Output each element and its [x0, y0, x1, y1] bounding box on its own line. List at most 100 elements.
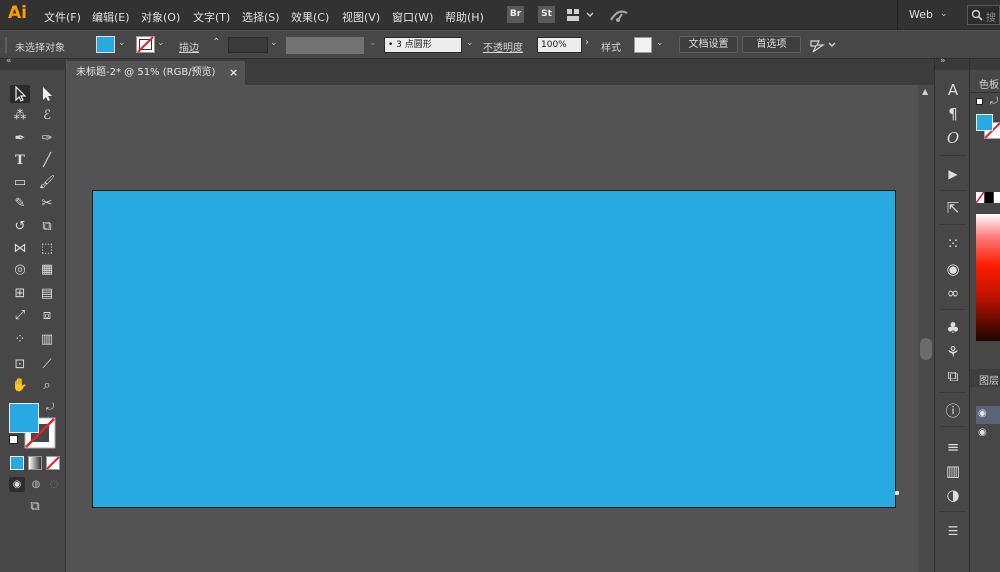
- dock-header[interactable]: »: [935, 56, 970, 70]
- scroll-up-icon[interactable]: ▲: [922, 87, 928, 96]
- character-panel-icon[interactable]: A: [943, 80, 963, 100]
- control-bar-grip[interactable]: [5, 37, 7, 53]
- variable-width-profile[interactable]: [286, 37, 364, 54]
- width-tool-icon[interactable]: ⋈: [10, 240, 30, 258]
- stroke-weight-stepper-icon[interactable]: ⌃: [212, 37, 220, 48]
- blend-tool-icon[interactable]: ⧈: [37, 307, 57, 325]
- menu-edit[interactable]: 编辑(E): [92, 9, 130, 25]
- fill-color-swatch[interactable]: [96, 36, 115, 53]
- screen-mode-icon[interactable]: ⧉: [24, 499, 46, 515]
- symbols-panel-icon[interactable]: ♣: [943, 318, 963, 338]
- slice-tool-icon[interactable]: ⟋: [37, 356, 57, 374]
- artboard-corner-handle[interactable]: [895, 491, 899, 495]
- panel-group-header[interactable]: [970, 59, 1000, 70]
- menu-file[interactable]: 文件(F): [44, 9, 81, 25]
- stroke-weight-input[interactable]: [228, 37, 268, 53]
- menu-type[interactable]: 文字(T): [193, 9, 230, 25]
- stock-button[interactable]: St: [538, 6, 555, 23]
- zoom-tool-icon[interactable]: ⌕: [37, 377, 57, 395]
- fill-swatch-mini[interactable]: [976, 114, 993, 131]
- brush-chevron-icon[interactable]: ⌄: [466, 38, 474, 48]
- graphic-style-chevron-icon[interactable]: ⌄: [656, 38, 664, 48]
- lasso-tool-icon[interactable]: ℰ: [37, 107, 57, 125]
- expand-dock-icon[interactable]: »: [940, 56, 946, 66]
- selection-tool-icon[interactable]: [10, 85, 30, 103]
- hand-tool-icon[interactable]: ✋: [10, 377, 30, 395]
- paragraph-panel-icon[interactable]: ¶: [943, 104, 963, 124]
- document-setup-button[interactable]: 文档设置: [679, 36, 738, 53]
- stroke-chevron-icon[interactable]: ⌄: [157, 38, 165, 48]
- draw-inside-icon[interactable]: ◌: [46, 477, 62, 492]
- rotate-tool-icon[interactable]: ↺: [10, 218, 30, 236]
- align-panel-icon[interactable]: ⁙: [943, 234, 963, 254]
- column-graph-tool-icon[interactable]: ▥: [37, 331, 57, 349]
- vertical-scrollbar[interactable]: ▲: [918, 85, 934, 572]
- search-input[interactable]: 搜: [967, 5, 1000, 25]
- stroke-color-swatch[interactable]: [136, 36, 155, 53]
- links-panel-icon[interactable]: ∞: [943, 283, 963, 303]
- symbol-sprayer-tool-icon[interactable]: ⁘: [10, 331, 30, 349]
- artboard-blue-rectangle[interactable]: [92, 190, 896, 508]
- graphic-styles-panel-icon[interactable]: ⧉: [943, 366, 963, 386]
- gradient-mode-icon[interactable]: [28, 456, 42, 470]
- visibility-eye-icon[interactable]: ◉: [978, 408, 987, 419]
- menu-object[interactable]: 对象(O): [141, 9, 180, 25]
- pen-tool-icon[interactable]: ✒: [10, 130, 30, 148]
- tools-panel-header[interactable]: «: [0, 56, 66, 70]
- color-spectrum[interactable]: [976, 214, 1000, 341]
- stroke-weight-chevron-icon[interactable]: ⌄: [270, 38, 278, 48]
- color-mode-icon[interactable]: [10, 456, 24, 470]
- bridge-button[interactable]: Br: [507, 6, 524, 23]
- layer-row[interactable]: ◉: [976, 425, 1000, 443]
- gradient-panel-icon[interactable]: ▥: [943, 461, 963, 481]
- layer-row-selected[interactable]: ◉: [976, 406, 1000, 424]
- export-panel-icon[interactable]: ⇱: [943, 198, 963, 218]
- libraries-panel-icon[interactable]: ◉: [943, 259, 963, 279]
- draw-behind-icon[interactable]: ◍: [28, 477, 44, 492]
- menu-effect[interactable]: 效果(C): [291, 9, 329, 25]
- eyedropper-tool-icon[interactable]: ⤢: [10, 307, 30, 325]
- transparency-panel-icon[interactable]: ◑: [943, 485, 963, 505]
- menu-view[interactable]: 视图(V): [342, 9, 380, 25]
- menu-select[interactable]: 选择(S): [242, 9, 280, 25]
- gpu-performance-icon[interactable]: [608, 6, 630, 24]
- color-panel-tab[interactable]: 色板: [979, 76, 999, 91]
- direct-selection-tool-icon[interactable]: [37, 85, 57, 103]
- draw-normal-icon[interactable]: ◉: [9, 477, 25, 492]
- variable-width-chevron-icon[interactable]: ⌄: [369, 38, 377, 48]
- artboard-tool-icon[interactable]: ⊡: [10, 356, 30, 374]
- menu-help[interactable]: 帮助(H): [445, 9, 484, 25]
- collapse-arrows-icon[interactable]: «: [6, 56, 12, 66]
- rectangle-tool-icon[interactable]: ▭: [10, 174, 30, 192]
- workspace-chevron-icon[interactable]: ⌄: [940, 9, 948, 19]
- info-panel-icon[interactable]: ⓘ: [943, 401, 963, 421]
- actions-panel-icon[interactable]: ▶: [943, 164, 963, 184]
- brush-definition[interactable]: • 3 点圆形: [384, 37, 462, 53]
- scroll-thumb[interactable]: [920, 338, 932, 360]
- gradient-tool-icon[interactable]: ▤: [37, 285, 57, 303]
- free-transform-tool-icon[interactable]: ⬚: [37, 240, 57, 258]
- magic-wand-tool-icon[interactable]: ⁂: [10, 107, 30, 125]
- quick-swatches-row[interactable]: [976, 192, 1000, 204]
- type-tool-icon[interactable]: T: [10, 152, 30, 170]
- default-colors-icon[interactable]: [9, 435, 18, 444]
- document-tab[interactable]: 未标题-2* @ 51% (RGB/预览) ×: [67, 61, 245, 85]
- shape-builder-tool-icon[interactable]: ◎: [10, 261, 30, 279]
- opentype-panel-icon[interactable]: O: [943, 128, 963, 148]
- brushes-panel-icon[interactable]: ⚘: [943, 342, 963, 362]
- swap-mini-icon[interactable]: ⤾: [990, 96, 998, 107]
- stroke-panel-icon[interactable]: ≡: [943, 437, 963, 457]
- scissors-tool-icon[interactable]: ✂: [37, 195, 57, 213]
- swap-fill-stroke-icon[interactable]: ⤾: [46, 402, 54, 413]
- none-mode-icon[interactable]: [46, 456, 60, 470]
- preferences-button[interactable]: 首选项: [742, 36, 801, 53]
- visibility-eye-icon[interactable]: ◉: [978, 427, 987, 438]
- stroke-label[interactable]: 描边: [179, 39, 199, 54]
- menu-window[interactable]: 窗口(W): [392, 9, 433, 25]
- close-document-icon[interactable]: ×: [229, 61, 238, 85]
- opacity-arrow-icon[interactable]: ›: [585, 37, 589, 48]
- line-segment-tool-icon[interactable]: ╱: [37, 152, 57, 170]
- layers-panel-tab[interactable]: 图层: [979, 372, 999, 387]
- opacity-input[interactable]: 100%: [537, 37, 582, 53]
- graphic-style-swatch[interactable]: [634, 37, 652, 53]
